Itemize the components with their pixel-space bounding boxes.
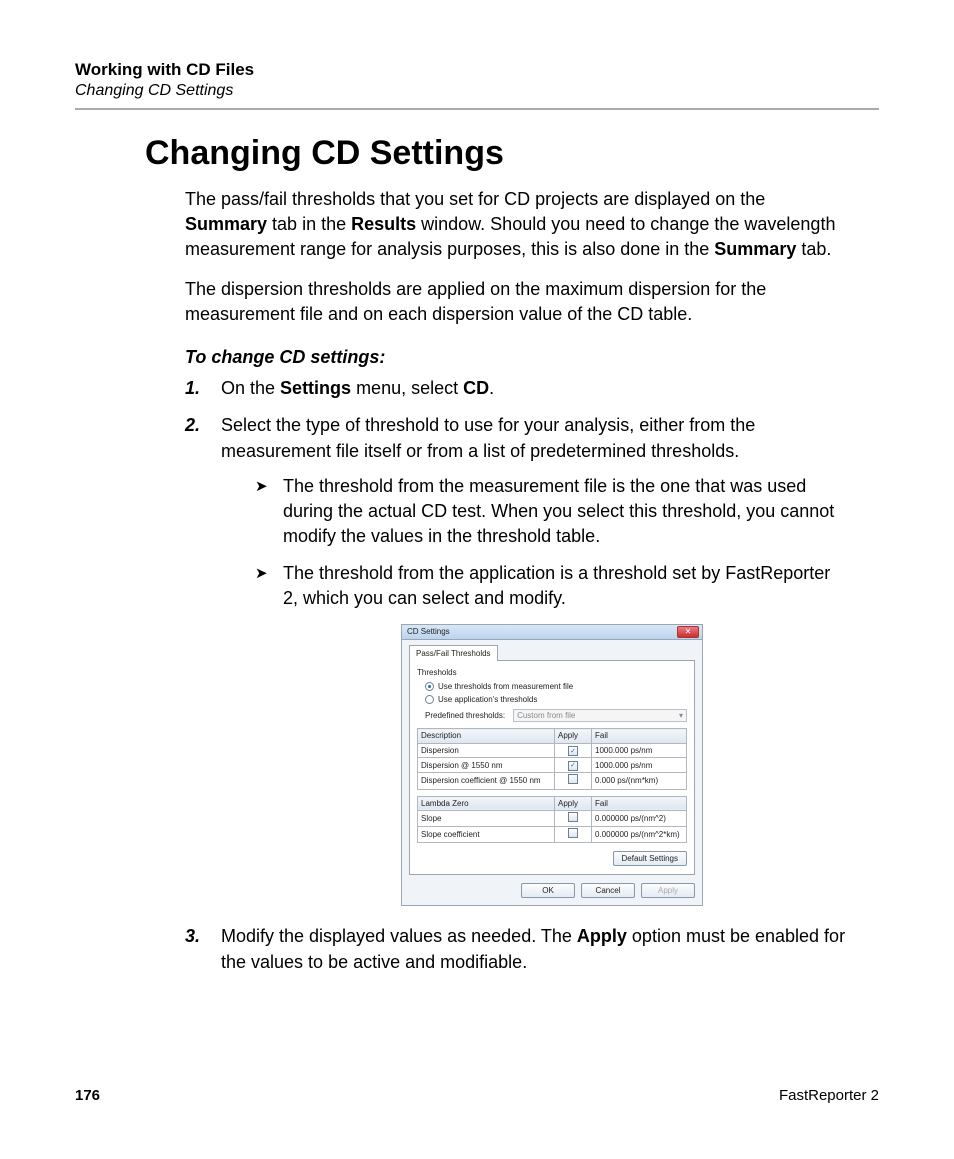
- paragraph-2: The dispersion thresholds are applied on…: [185, 277, 849, 327]
- step-3: 3. Modify the displayed values as needed…: [185, 924, 849, 974]
- text: Select the type of threshold to use for …: [221, 415, 755, 460]
- bold-results: Results: [351, 214, 416, 234]
- cell-fail[interactable]: 0.000 ps/(nm*km): [592, 773, 687, 789]
- sub-bullet-a: The threshold from the measurement file …: [255, 474, 849, 550]
- page-title: Changing CD Settings: [145, 134, 879, 173]
- bold-settings: Settings: [280, 378, 351, 398]
- table-row: Dispersion coefficient @ 1550 nm 0.000 p…: [418, 773, 687, 789]
- default-settings-button[interactable]: Default Settings: [613, 851, 687, 866]
- col-apply: Apply: [555, 796, 592, 810]
- cell-desc: Dispersion @ 1550 nm: [418, 758, 555, 773]
- radio-label: Use application's thresholds: [438, 694, 537, 705]
- table-row: Slope 0.000000 ps/(nm^2): [418, 810, 687, 826]
- apply-checkbox[interactable]: [568, 774, 578, 784]
- cd-settings-dialog: CD Settings ✕ Pass/Fail Thresholds Thres…: [401, 624, 703, 907]
- procedure-heading: To change CD settings:: [185, 345, 849, 370]
- lambda-zero-table: Lambda Zero Apply Fail Slope 0.000000 ps…: [417, 796, 687, 844]
- apply-checkbox[interactable]: [568, 828, 578, 838]
- cell-fail[interactable]: 0.000000 ps/(nm^2*km): [592, 826, 687, 842]
- apply-checkbox[interactable]: ✓: [568, 761, 578, 771]
- combo-value: Custom from file: [517, 710, 575, 721]
- section-title: Changing CD Settings: [75, 82, 879, 100]
- tab-pass-fail-thresholds[interactable]: Pass/Fail Thresholds: [409, 645, 498, 661]
- bold-summary: Summary: [185, 214, 267, 234]
- text: The pass/fail thresholds that you set fo…: [185, 189, 765, 209]
- cell-fail[interactable]: 1000.000 ps/nm: [592, 743, 687, 758]
- cell-desc: Slope coefficient: [418, 826, 555, 842]
- header-rule: [75, 108, 879, 110]
- step-1: 1. On the Settings menu, select CD.: [185, 376, 849, 401]
- step-number: 2.: [185, 413, 200, 438]
- page-number: 176: [75, 1087, 100, 1104]
- col-fail: Fail: [592, 796, 687, 810]
- text: tab in the: [267, 214, 351, 234]
- col-apply: Apply: [555, 729, 592, 743]
- col-description: Description: [418, 729, 555, 743]
- text: tab.: [796, 239, 831, 259]
- apply-checkbox[interactable]: [568, 812, 578, 822]
- radio-use-application[interactable]: [425, 695, 434, 704]
- step-number: 1.: [185, 376, 200, 401]
- close-icon[interactable]: ✕: [677, 626, 699, 638]
- product-name: FastReporter 2: [779, 1087, 879, 1104]
- step-number: 3.: [185, 924, 200, 949]
- col-lambda: Lambda Zero: [418, 796, 555, 810]
- radio-use-measurement-file[interactable]: [425, 682, 434, 691]
- col-fail: Fail: [592, 729, 687, 743]
- text: .: [489, 378, 494, 398]
- paragraph-1: The pass/fail thresholds that you set fo…: [185, 187, 849, 263]
- predefined-thresholds-combo[interactable]: Custom from file ▾: [513, 709, 687, 722]
- dialog-title: CD Settings: [407, 626, 450, 637]
- chapter-title: Working with CD Files: [75, 60, 879, 80]
- table-row: Dispersion @ 1550 nm ✓ 1000.000 ps/nm: [418, 758, 687, 773]
- text: menu, select: [351, 378, 463, 398]
- sub-bullet-b: The threshold from the application is a …: [255, 561, 849, 611]
- apply-checkbox[interactable]: ✓: [568, 746, 578, 756]
- table-row: Slope coefficient 0.000000 ps/(nm^2*km): [418, 826, 687, 842]
- bold-cd: CD: [463, 378, 489, 398]
- cell-fail[interactable]: 1000.000 ps/nm: [592, 758, 687, 773]
- ok-button[interactable]: OK: [521, 883, 575, 898]
- table-row: Dispersion ✓ 1000.000 ps/nm: [418, 743, 687, 758]
- thresholds-legend: Thresholds: [417, 667, 687, 678]
- text: On the: [221, 378, 280, 398]
- bold-summary-2: Summary: [714, 239, 796, 259]
- radio-label: Use thresholds from measurement file: [438, 681, 573, 692]
- apply-button[interactable]: Apply: [641, 883, 695, 898]
- predefined-label: Predefined thresholds:: [425, 710, 505, 721]
- dispersion-table: Description Apply Fail Dispersion ✓ 1000…: [417, 728, 687, 789]
- cell-desc: Dispersion coefficient @ 1550 nm: [418, 773, 555, 789]
- cell-desc: Slope: [418, 810, 555, 826]
- text: Modify the displayed values as needed. T…: [221, 926, 577, 946]
- step-2: 2. Select the type of threshold to use f…: [185, 413, 849, 906]
- cancel-button[interactable]: Cancel: [581, 883, 635, 898]
- chevron-down-icon: ▾: [679, 710, 683, 721]
- bold-apply: Apply: [577, 926, 627, 946]
- cell-fail[interactable]: 0.000000 ps/(nm^2): [592, 810, 687, 826]
- cell-desc: Dispersion: [418, 743, 555, 758]
